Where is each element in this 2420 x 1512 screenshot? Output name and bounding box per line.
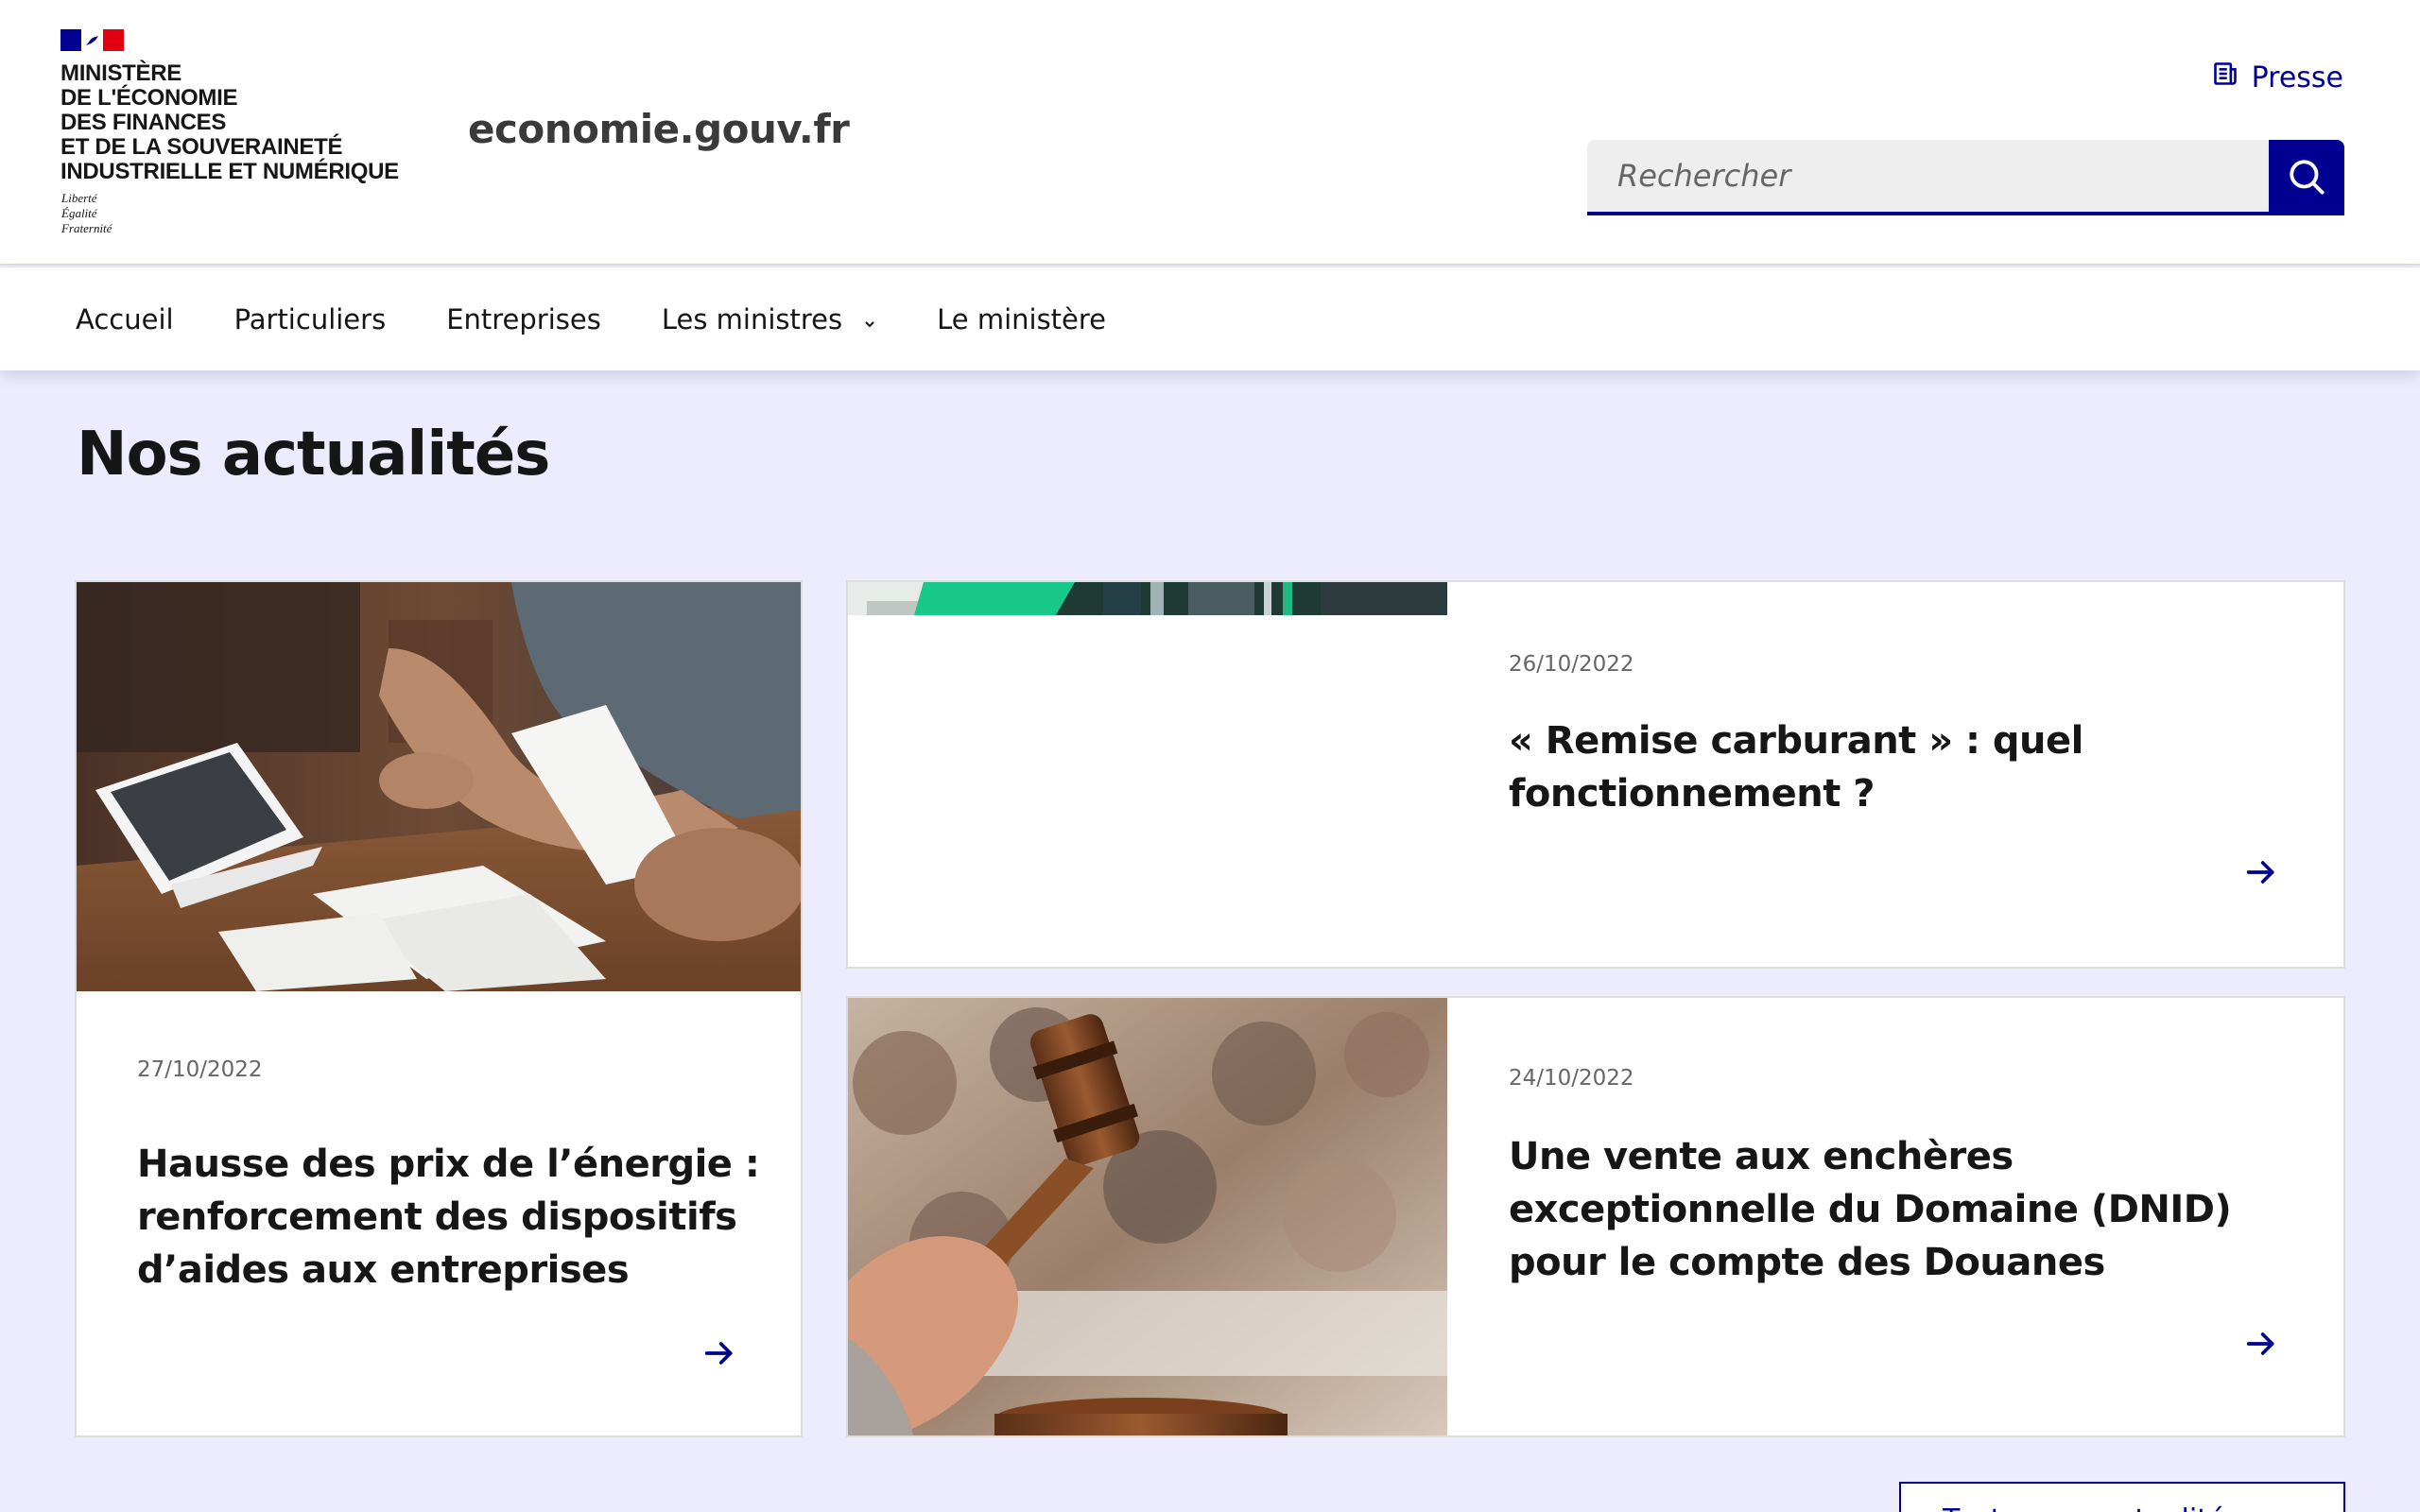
marianne-profile-icon [86, 35, 99, 45]
search-icon [2287, 157, 2326, 199]
news-card[interactable]: 26/10/2022 « Remise carburant » : quel f… [846, 580, 2345, 969]
news-card-title[interactable]: « Remise carburant » : quel fonctionneme… [1509, 714, 2284, 820]
ministry-name-line: DE L'ÉCONOMIE [60, 85, 238, 111]
news-card-date: 24/10/2022 [1509, 1066, 1634, 1091]
motto-line: Fraternité [61, 221, 112, 235]
motto-line: Liberté [61, 191, 97, 205]
nav-item-les-ministres[interactable]: Les ministres [662, 303, 876, 335]
nav-item-label: Le ministère [937, 302, 1107, 335]
ministry-name-line: DES FINANCES [60, 110, 227, 135]
section-title: Nos actualités [77, 420, 550, 490]
search-bar [1587, 140, 2344, 215]
nav-item-label: Les ministres [661, 302, 843, 335]
main-navigation: Accueil Particuliers Entreprises Les min… [0, 267, 2420, 370]
ministry-name-line: INDUSTRIELLE ET NUMÉRIQUE [60, 159, 399, 184]
chevron-down-icon [863, 303, 876, 335]
newspaper-icon [2212, 60, 2238, 94]
news-card-image [77, 582, 801, 991]
all-news-button[interactable]: Toutes nos actualités [1899, 1482, 2345, 1512]
presse-link[interactable]: Presse [2212, 60, 2343, 94]
news-card[interactable]: 27/10/2022 Hausse des prix de l’énergie … [75, 580, 803, 1437]
republic-motto: Liberté Égalité Fraternité [61, 191, 112, 236]
nav-item-le-ministere[interactable]: Le ministère [937, 303, 1106, 335]
nav-item-label: Particuliers [233, 302, 387, 335]
news-card-date: 26/10/2022 [1509, 652, 1634, 677]
news-card-image [848, 998, 1447, 1435]
nav-item-particuliers[interactable]: Particuliers [234, 303, 387, 335]
motto-line: Égalité [61, 206, 97, 220]
news-card-title[interactable]: Hausse des prix de l’énergie : renforcem… [137, 1138, 761, 1297]
nav-item-label: Accueil [76, 302, 174, 335]
ministry-name-line: MINISTÈRE [60, 60, 182, 86]
search-input[interactable] [1587, 140, 2269, 215]
ministry-name[interactable]: MINISTÈRE DE L'ÉCONOMIE DES FINANCES ET … [60, 61, 439, 184]
site-name[interactable]: economie.gouv.fr [468, 106, 850, 152]
nav-item-accueil[interactable]: Accueil [76, 303, 174, 335]
news-card[interactable]: 24/10/2022 Une vente aux enchères except… [846, 996, 2345, 1437]
presse-label: Presse [2251, 60, 2343, 94]
arrow-right-icon[interactable] [700, 1334, 738, 1376]
site-header: MINISTÈRE DE L'ÉCONOMIE DES FINANCES ET … [0, 0, 2420, 266]
news-card-date: 27/10/2022 [137, 1057, 263, 1082]
nav-item-label: Entreprises [446, 302, 601, 335]
arrow-right-icon[interactable] [2242, 853, 2280, 895]
marianne-logo [60, 29, 124, 51]
search-button[interactable] [2269, 140, 2344, 215]
news-card-title[interactable]: Une vente aux enchères exceptionnelle du… [1509, 1130, 2284, 1289]
arrow-right-icon[interactable] [2242, 1325, 2280, 1366]
ministry-name-line: ET DE LA SOUVERAINETÉ [60, 134, 343, 160]
news-card-image [848, 582, 1447, 615]
nav-item-entreprises[interactable]: Entreprises [446, 303, 601, 335]
